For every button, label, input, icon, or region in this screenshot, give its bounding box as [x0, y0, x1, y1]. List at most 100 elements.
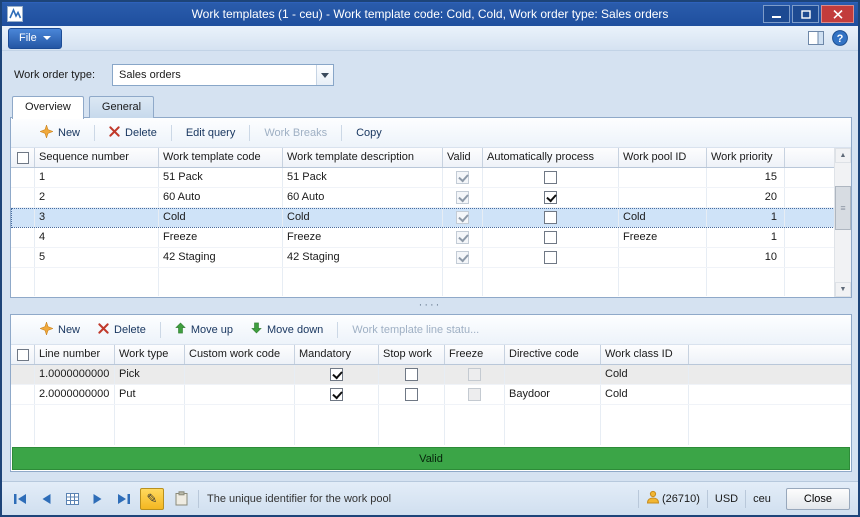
cell-sequence[interactable]: 2	[35, 188, 159, 207]
file-menu-button[interactable]: File	[8, 28, 62, 49]
cell-code[interactable]: 51 Pack	[159, 168, 283, 187]
currency-code[interactable]: USD	[715, 493, 738, 505]
cell-priority[interactable]: 20	[707, 188, 785, 207]
cell-description[interactable]: Freeze	[283, 228, 443, 247]
cell-work-type[interactable]: Pick	[115, 365, 185, 384]
cell-description[interactable]: 51 Pack	[283, 168, 443, 187]
column-header-work-template-description[interactable]: Work template description	[283, 148, 443, 167]
line-status-button[interactable]: Work template line statu...	[343, 320, 488, 340]
vertical-scrollbar[interactable]: ▲ ≡ ▼	[834, 148, 851, 297]
column-header-line-number[interactable]: Line number	[35, 345, 115, 364]
mandatory-checkbox[interactable]	[330, 388, 343, 401]
maximize-button[interactable]	[792, 5, 819, 23]
cell-auto-process[interactable]	[483, 208, 619, 227]
clipboard-icon[interactable]	[170, 488, 192, 510]
column-header-work-pool-id[interactable]: Work pool ID	[619, 148, 707, 167]
cell-stop-work[interactable]	[379, 365, 445, 384]
line-new-button[interactable]: New	[31, 318, 89, 342]
cell-description[interactable]: 42 Staging	[283, 248, 443, 267]
mandatory-checkbox[interactable]	[330, 368, 343, 381]
row-selector[interactable]	[11, 248, 35, 267]
cell-work-type[interactable]: Put	[115, 385, 185, 404]
scroll-up-arrow-icon[interactable]: ▲	[835, 148, 851, 163]
row-selector[interactable]	[11, 188, 35, 207]
cell-auto-process[interactable]	[483, 248, 619, 267]
cell-code[interactable]: Cold	[159, 208, 283, 227]
cell-description[interactable]: 60 Auto	[283, 188, 443, 207]
cell-work-pool[interactable]	[619, 248, 707, 267]
delete-button[interactable]: Delete	[100, 122, 166, 144]
auto-process-checkbox[interactable]	[544, 251, 557, 264]
cell-code[interactable]: Freeze	[159, 228, 283, 247]
cell-sequence[interactable]: 4	[35, 228, 159, 247]
work-template-row[interactable]: 2 60 Auto 60 Auto 20	[11, 188, 851, 208]
edit-query-button[interactable]: Edit query	[177, 123, 245, 143]
column-header-mandatory[interactable]: Mandatory	[295, 345, 379, 364]
work-order-type-combobox[interactable]: Sales orders	[112, 64, 334, 86]
cell-work-pool[interactable]	[619, 168, 707, 187]
cell-auto-process[interactable]	[483, 188, 619, 207]
minimize-button[interactable]	[763, 5, 790, 23]
move-up-button[interactable]: Move up	[166, 318, 242, 341]
scroll-down-arrow-icon[interactable]: ▼	[835, 282, 851, 297]
column-header-work-priority[interactable]: Work priority	[707, 148, 785, 167]
cell-work-pool[interactable]	[619, 188, 707, 207]
row-selector[interactable]	[11, 385, 35, 404]
combobox-arrow-button[interactable]	[316, 65, 333, 85]
column-header-freeze[interactable]: Freeze	[445, 345, 505, 364]
work-template-row[interactable]: 1 51 Pack 51 Pack 15	[11, 168, 851, 188]
cell-auto-process[interactable]	[483, 168, 619, 187]
cell-work-pool[interactable]: Cold	[619, 208, 707, 227]
column-header-directive-code[interactable]: Directive code	[505, 345, 601, 364]
cell-custom-work-code[interactable]	[185, 385, 295, 404]
auto-process-checkbox[interactable]	[544, 171, 557, 184]
cell-line-number[interactable]: 1.0000000000	[35, 365, 115, 384]
stop-work-checkbox[interactable]	[405, 368, 418, 381]
column-header-sequence-number[interactable]: Sequence number	[35, 148, 159, 167]
work-template-row[interactable]: 4 Freeze Freeze Freeze 1	[11, 228, 851, 248]
work-line-row[interactable]: 2.0000000000 Put Baydoor Cold	[11, 385, 851, 405]
cell-sequence[interactable]: 5	[35, 248, 159, 267]
row-selector[interactable]	[11, 208, 35, 227]
move-down-button[interactable]: Move down	[242, 318, 332, 341]
column-header-work-template-code[interactable]: Work template code	[159, 148, 283, 167]
column-header-automatically-process[interactable]: Automatically process	[483, 148, 619, 167]
last-record-button[interactable]	[114, 489, 134, 509]
cell-directive-code[interactable]: Baydoor	[505, 385, 601, 404]
auto-process-checkbox[interactable]	[544, 191, 557, 204]
new-button[interactable]: New	[31, 121, 89, 145]
select-all-checkbox[interactable]	[11, 148, 35, 167]
edit-record-button[interactable]: ✎	[140, 488, 164, 510]
cell-mandatory[interactable]	[295, 385, 379, 404]
grid-view-icon[interactable]	[62, 489, 82, 509]
close-window-button[interactable]	[821, 5, 854, 23]
auto-process-checkbox[interactable]	[544, 211, 557, 224]
next-record-button[interactable]	[88, 489, 108, 509]
tab-general[interactable]: General	[89, 96, 154, 118]
row-selector[interactable]	[11, 168, 35, 187]
cell-priority[interactable]: 10	[707, 248, 785, 267]
tab-overview[interactable]: Overview	[12, 96, 84, 119]
stop-work-checkbox[interactable]	[405, 388, 418, 401]
help-icon[interactable]: ?	[832, 30, 848, 46]
work-template-row[interactable]: 5 42 Staging 42 Staging 10	[11, 248, 851, 268]
cell-code[interactable]: 60 Auto	[159, 188, 283, 207]
column-header-stop-work[interactable]: Stop work	[379, 345, 445, 364]
column-header-work-type[interactable]: Work type	[115, 345, 185, 364]
scrollbar-thumb[interactable]: ≡	[835, 186, 851, 230]
company-code[interactable]: ceu	[753, 493, 771, 505]
cell-work-pool[interactable]: Freeze	[619, 228, 707, 247]
cell-work-class-id[interactable]: Cold	[601, 365, 689, 384]
column-header-work-class-id[interactable]: Work class ID	[601, 345, 689, 364]
cell-mandatory[interactable]	[295, 365, 379, 384]
close-button[interactable]: Close	[786, 488, 850, 510]
cell-custom-work-code[interactable]	[185, 365, 295, 384]
layout-panes-icon[interactable]	[808, 31, 824, 45]
cell-auto-process[interactable]	[483, 228, 619, 247]
cell-code[interactable]: 42 Staging	[159, 248, 283, 267]
column-header-custom-work-code[interactable]: Custom work code	[185, 345, 295, 364]
cell-priority[interactable]: 15	[707, 168, 785, 187]
line-delete-button[interactable]: Delete	[89, 319, 155, 341]
cell-priority[interactable]: 1	[707, 208, 785, 227]
auto-process-checkbox[interactable]	[544, 231, 557, 244]
